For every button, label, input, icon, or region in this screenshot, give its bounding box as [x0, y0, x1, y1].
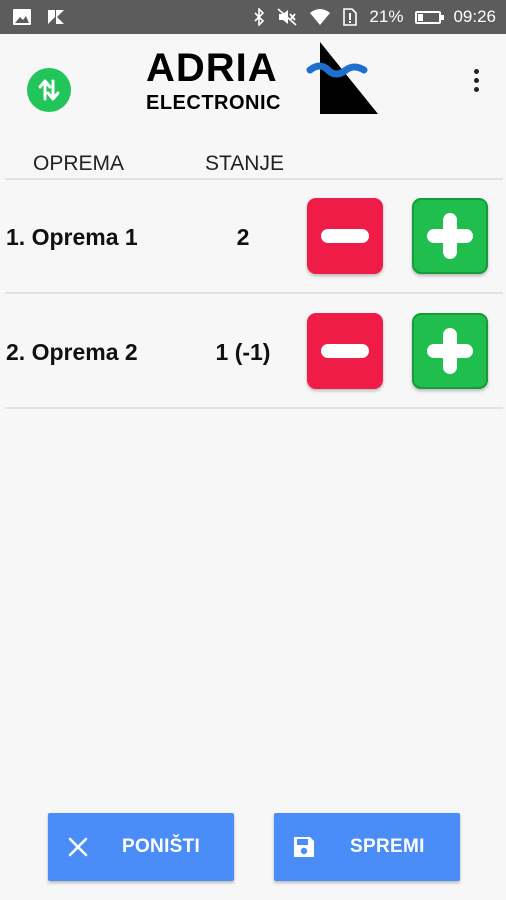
column-header-state: STANJE: [205, 152, 284, 175]
divider: [5, 292, 503, 294]
cancel-button[interactable]: PONIŠTI: [48, 813, 234, 881]
image-icon: [13, 9, 31, 25]
save-button-label: SPREMI: [350, 836, 425, 857]
list-item: 1. Oprema 1 2: [0, 190, 506, 302]
more-options-button[interactable]: [464, 62, 488, 98]
divider: [5, 407, 503, 409]
logo-mark-icon: [306, 42, 378, 114]
item-name: 1. Oprema 1: [6, 224, 138, 250]
logo-text-sub: ELECTRONIC: [146, 92, 281, 114]
item-name: 2. Oprema 2: [6, 339, 138, 365]
close-icon: [68, 837, 88, 857]
increase-button[interactable]: [412, 198, 488, 274]
sim-alert-icon: [343, 8, 358, 26]
item-state: 2: [236, 224, 250, 250]
bluetooth-icon: [254, 8, 265, 26]
battery-icon: [415, 10, 445, 24]
save-button[interactable]: SPREMI: [274, 813, 460, 881]
battery-percent: 21%: [369, 7, 404, 26]
cancel-button-label: PONIŠTI: [122, 836, 201, 857]
logo-text-main: ADRIA: [146, 46, 278, 90]
increase-button[interactable]: [412, 313, 488, 389]
more-vert-icon: [473, 68, 479, 74]
minus-icon: [321, 344, 369, 358]
clock: 09:26: [453, 7, 496, 26]
decrease-button[interactable]: [307, 313, 383, 389]
wifi-icon: [310, 9, 331, 25]
status-bar: 21% 09:26: [0, 0, 506, 34]
company-logo: ADRIA ELECTRONIC: [146, 40, 381, 118]
sync-button[interactable]: [27, 68, 71, 112]
list-item: 2. Oprema 2 1 (-1): [0, 305, 506, 417]
mute-icon: [277, 8, 297, 26]
decrease-button[interactable]: [307, 198, 383, 274]
item-state: 1 (-1): [215, 339, 271, 365]
app-notification-icon: [48, 10, 64, 24]
divider: [5, 178, 503, 180]
save-icon: [294, 837, 314, 857]
column-header-equipment: OPREMA: [33, 152, 125, 175]
sync-arrows-icon: [38, 79, 60, 101]
app-header: ADRIA ELECTRONIC: [0, 34, 506, 144]
minus-icon: [321, 229, 369, 243]
